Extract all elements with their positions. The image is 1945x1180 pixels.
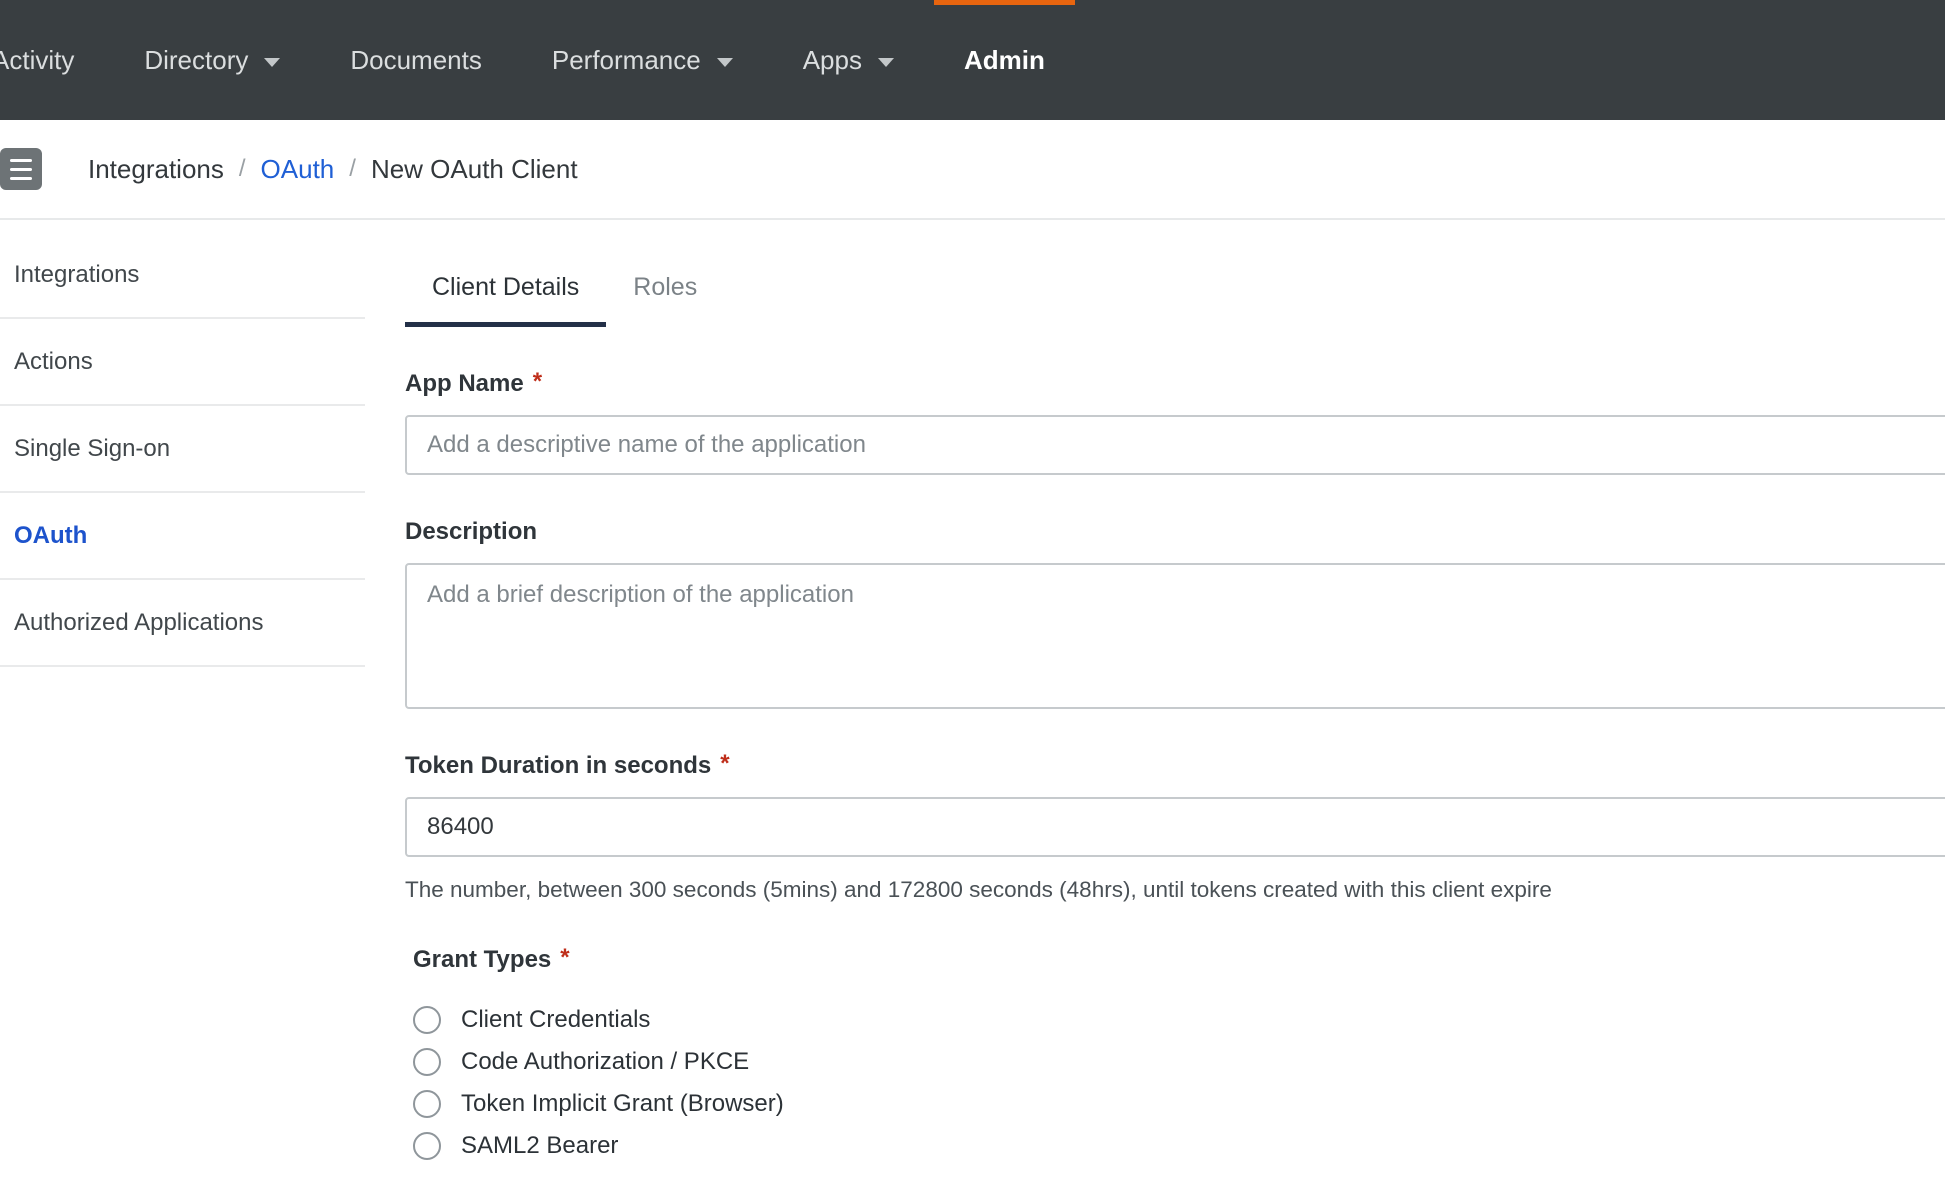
chevron-down-icon [717, 58, 733, 67]
grant-type-option-saml2-bearer[interactable]: SAML2 Bearer [413, 1132, 1945, 1160]
sidebar: Integrations Actions Single Sign-on OAut… [0, 220, 365, 1178]
grant-type-option-code-authorization-pkce[interactable]: Code Authorization / PKCE [413, 1048, 1945, 1076]
nav-item-label: Performance [552, 45, 701, 76]
required-asterisk: * [560, 944, 569, 972]
app-name-label: App Name * [405, 370, 1945, 398]
tab-roles[interactable]: Roles [606, 273, 724, 327]
main-nav-list: Activity Directory Documents Performance… [0, 0, 1075, 120]
nav-item-performance[interactable]: Performance [552, 0, 733, 120]
main-panel: Client Details Roles App Name * Descript… [365, 220, 1945, 1178]
nav-item-apps[interactable]: Apps [803, 0, 894, 120]
chevron-down-icon [878, 58, 894, 67]
radio-option-label: Token Implicit Grant (Browser) [461, 1090, 784, 1118]
nav-item-activity[interactable]: Activity [0, 0, 74, 120]
nav-item-admin[interactable]: Admin [934, 0, 1075, 120]
nav-item-documents[interactable]: Documents [350, 0, 482, 120]
app-name-input[interactable] [405, 415, 1945, 475]
tab-client-details[interactable]: Client Details [405, 273, 606, 327]
required-asterisk: * [533, 368, 542, 396]
grant-types-label: Grant Types * [413, 946, 1945, 974]
breadcrumb: Integrations / OAuth / New OAuth Client [88, 154, 578, 185]
sidebar-item-actions[interactable]: Actions [0, 319, 365, 406]
chevron-down-icon [264, 58, 280, 67]
nav-item-label: Apps [803, 45, 862, 76]
top-nav: Activity Directory Documents Performance… [0, 0, 1945, 120]
hamburger-icon [10, 168, 32, 171]
token-duration-help: The number, between 300 seconds (5mins) … [405, 877, 1945, 903]
menu-toggle-button[interactable] [0, 148, 42, 190]
description-field: Description [405, 518, 1945, 709]
nav-item-directory[interactable]: Directory [144, 0, 280, 120]
breadcrumb-item-integrations[interactable]: Integrations [88, 154, 224, 185]
breadcrumb-separator: / [239, 155, 246, 183]
description-textarea[interactable] [405, 563, 1945, 709]
sidebar-item-integrations[interactable]: Integrations [0, 232, 365, 319]
content-area: Integrations Actions Single Sign-on OAut… [0, 220, 1945, 1178]
sidebar-item-oauth[interactable]: OAuth [0, 493, 365, 580]
breadcrumb-current-page: New OAuth Client [371, 154, 578, 185]
grant-type-option-token-implicit-grant[interactable]: Token Implicit Grant (Browser) [413, 1090, 1945, 1118]
nav-item-label: Admin [964, 45, 1045, 76]
grant-types-options: Client Credentials Code Authorization / … [413, 1006, 1945, 1160]
token-duration-field: Token Duration in seconds * The number, … [405, 752, 1945, 903]
breadcrumb-separator: / [349, 155, 356, 183]
breadcrumb-row: Integrations / OAuth / New OAuth Client [0, 120, 1945, 220]
radio-token-implicit-grant[interactable] [413, 1090, 441, 1118]
nav-item-label: Activity [0, 45, 74, 76]
breadcrumb-link-oauth[interactable]: OAuth [261, 154, 335, 185]
tabs: Client Details Roles [405, 273, 1945, 327]
app-name-field: App Name * [405, 370, 1945, 475]
radio-option-label: Client Credentials [461, 1006, 650, 1034]
active-nav-indicator [934, 0, 1075, 5]
sidebar-item-authorized-applications[interactable]: Authorized Applications [0, 580, 365, 667]
radio-option-label: Code Authorization / PKCE [461, 1048, 749, 1076]
sidebar-item-single-sign-on[interactable]: Single Sign-on [0, 406, 365, 493]
nav-item-label: Documents [350, 45, 482, 76]
grant-type-option-client-credentials[interactable]: Client Credentials [413, 1006, 1945, 1034]
nav-item-label: Directory [144, 45, 248, 76]
radio-option-label: SAML2 Bearer [461, 1132, 618, 1160]
description-label: Description [405, 518, 1945, 546]
token-duration-input[interactable] [405, 797, 1945, 857]
oauth-client-form: App Name * Description Token Duration in… [405, 370, 1945, 1160]
radio-code-authorization-pkce[interactable] [413, 1048, 441, 1076]
grant-types-field: Grant Types * Client Credentials Code Au… [413, 946, 1945, 1160]
token-duration-label: Token Duration in seconds * [405, 752, 1945, 780]
radio-saml2-bearer[interactable] [413, 1132, 441, 1160]
required-asterisk: * [720, 750, 729, 778]
radio-client-credentials[interactable] [413, 1006, 441, 1034]
